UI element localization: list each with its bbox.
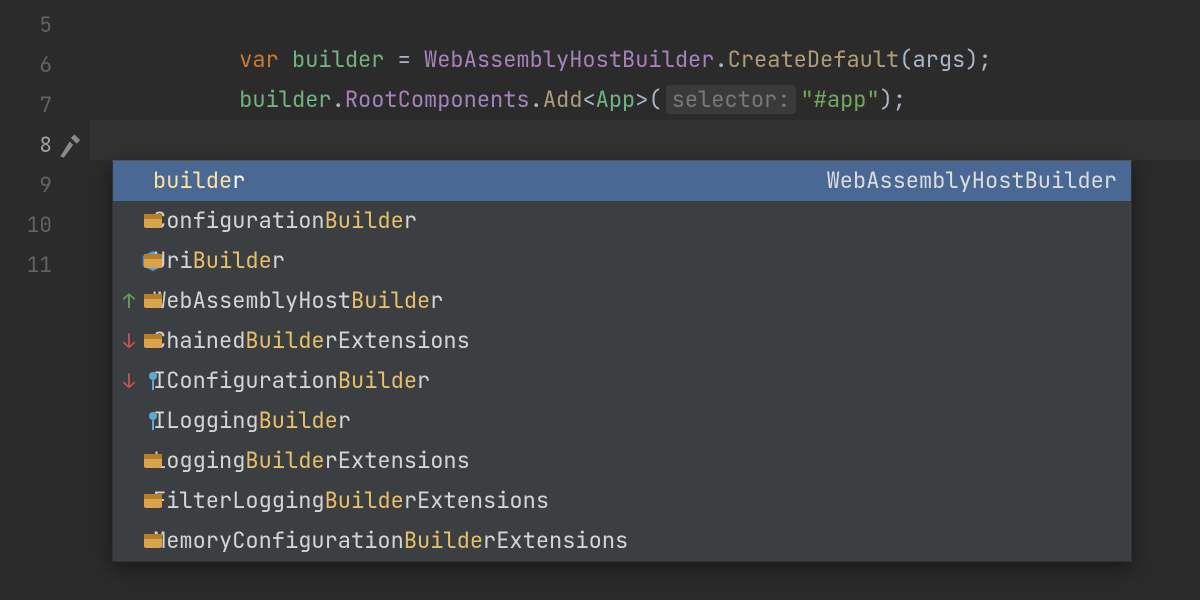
line-number[interactable]: 7 xyxy=(0,86,52,126)
line-number[interactable]: 5 xyxy=(0,6,52,46)
rank-down-icon: ↓ xyxy=(119,321,139,361)
rank-down-icon: ↓ xyxy=(119,361,139,401)
autocomplete-popup[interactable]: builder WebAssemblyHostBuilder Configura… xyxy=(112,160,1132,562)
rank-up-icon: ↑ xyxy=(119,281,139,321)
build-hammer-icon[interactable] xyxy=(58,132,86,160)
completion-item[interactable]: ConfigurationBuilder xyxy=(113,201,1131,241)
completion-item[interactable]: ↓ IConfigurationBuilder xyxy=(113,361,1131,401)
completion-item[interactable]: MemoryConfigurationBuilderExtensions xyxy=(113,521,1131,561)
completion-item[interactable]: ↑ WebAssemblyHostBuilder xyxy=(113,281,1131,321)
class-icon xyxy=(141,289,171,313)
completion-type: WebAssemblyHostBuilder xyxy=(827,161,1131,201)
completion-item[interactable]: UriBuilder xyxy=(113,241,1131,281)
class-icon xyxy=(141,489,171,513)
completion-item[interactable]: ↓ ChainedBuilderExtensions xyxy=(113,321,1131,361)
interface-icon xyxy=(141,409,171,433)
interface-icon xyxy=(141,369,171,393)
code-line[interactable]: builder.RootComponents.Add<App>(selector… xyxy=(90,40,1200,80)
class-icon xyxy=(141,329,171,353)
code-line[interactable]: var builder = WebAssemblyHostBuilder.Cre… xyxy=(90,0,1200,40)
class-icon xyxy=(141,209,171,233)
line-number[interactable]: 9 xyxy=(0,166,52,206)
class-icon xyxy=(141,449,171,473)
line-number[interactable]: 11 xyxy=(0,246,52,286)
class-icon xyxy=(141,529,171,553)
line-number[interactable]: 10 xyxy=(0,206,52,246)
variable-icon xyxy=(141,169,171,193)
code-line[interactable]: builder.RootComponents.Add<HeadOutlet>(s… xyxy=(90,80,1200,120)
line-number[interactable]: 6 xyxy=(0,46,52,86)
completion-item[interactable]: LoggingBuilderExtensions xyxy=(113,441,1131,481)
gutter: 5 6 7 8 9 10 11 xyxy=(0,0,90,600)
class-icon xyxy=(141,249,171,273)
code-editor[interactable]: 5 6 7 8 9 10 11 var builder = WebAssembl… xyxy=(0,0,1200,600)
code-line-active[interactable]: builde xyxy=(90,120,1200,160)
completion-item[interactable]: ILoggingBuilder xyxy=(113,401,1131,441)
completion-item[interactable]: FilterLoggingBuilderExtensions xyxy=(113,481,1131,521)
completion-item[interactable]: builder WebAssemblyHostBuilder xyxy=(113,161,1131,201)
line-number[interactable]: 8 xyxy=(0,126,52,166)
